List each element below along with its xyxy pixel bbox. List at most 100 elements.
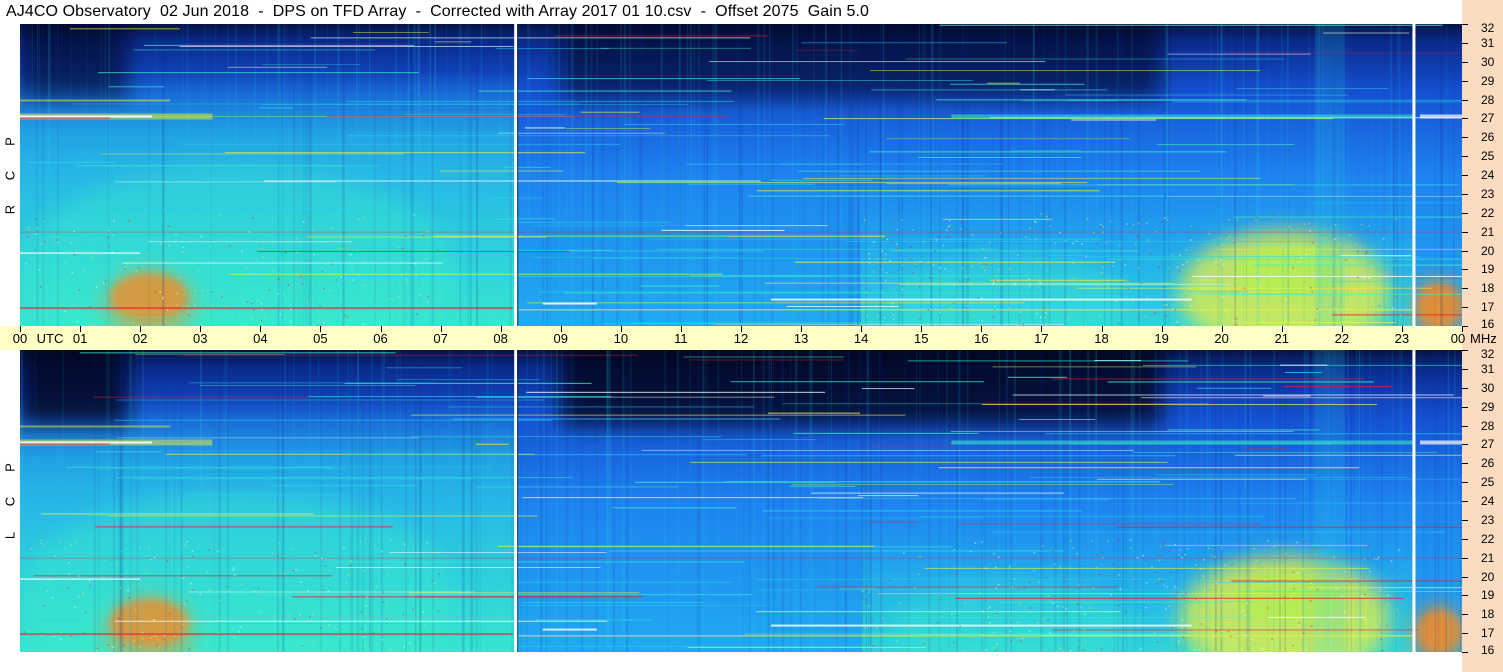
speckle	[1350, 578, 1352, 581]
speckle	[1219, 237, 1222, 239]
speckle	[1231, 274, 1233, 277]
vertical-streak	[342, 24, 345, 326]
utc-tick-label: 03	[193, 331, 208, 346]
mhz-tick-mark	[1462, 387, 1468, 389]
vertical-streak	[281, 24, 284, 326]
speckle	[989, 241, 991, 244]
speckle	[911, 272, 914, 274]
speckle	[1303, 223, 1305, 225]
interference-line	[762, 510, 1082, 512]
speckle	[1124, 263, 1126, 266]
vertical-streak	[1440, 24, 1443, 326]
vertical-streak	[227, 350, 230, 652]
speckle	[1028, 282, 1031, 285]
speckle	[232, 569, 235, 571]
vertical-streak	[1283, 24, 1284, 326]
vertical-streak	[1267, 24, 1269, 326]
vertical-streak	[558, 24, 561, 326]
speckle	[330, 263, 333, 265]
vertical-streak	[625, 24, 627, 326]
speckle	[1266, 607, 1269, 609]
vertical-streak	[601, 24, 604, 326]
speckle	[1083, 628, 1086, 631]
interference-line	[1065, 94, 1348, 96]
speckle	[349, 573, 352, 575]
speckle	[868, 257, 871, 260]
speckle	[1318, 631, 1320, 633]
speckle	[1029, 607, 1032, 609]
interference-line	[554, 35, 769, 37]
polarization-letter: C	[2, 170, 18, 181]
speckle	[59, 638, 62, 640]
speckle	[1022, 323, 1025, 326]
vertical-streak	[596, 24, 598, 326]
mhz-tick-mark	[1462, 175, 1468, 176]
band-27mhz	[20, 443, 111, 445]
speckle	[357, 273, 360, 276]
vertical-streak	[901, 24, 904, 326]
speckle	[252, 217, 254, 219]
vertical-streak	[571, 24, 574, 326]
speckle	[1373, 558, 1376, 560]
speckle	[389, 297, 391, 300]
speckle	[967, 278, 970, 281]
speckle	[102, 576, 105, 579]
vertical-streak	[509, 24, 512, 326]
interference-line	[592, 257, 1077, 259]
vertical-streak	[225, 350, 228, 652]
speckle	[1111, 265, 1114, 267]
speckle	[433, 551, 436, 554]
speckle	[208, 549, 210, 551]
speckle	[1398, 549, 1400, 551]
speckle	[182, 577, 184, 579]
speckle	[412, 214, 415, 216]
speckle	[301, 283, 303, 285]
vertical-streak	[716, 24, 718, 326]
vertical-streak	[904, 350, 906, 652]
speckle	[1046, 215, 1048, 218]
vertical-streak	[98, 350, 100, 652]
speckle	[1267, 253, 1270, 255]
vertical-streak	[762, 24, 764, 326]
speckle	[1190, 305, 1192, 307]
vertical-streak	[736, 350, 738, 652]
vertical-streak	[693, 24, 695, 326]
vertical-streak	[981, 350, 983, 652]
vertical-streak	[741, 350, 743, 652]
speckle	[1255, 219, 1257, 221]
vertical-streak	[566, 24, 568, 326]
mhz-tick-label: 24	[1481, 494, 1495, 508]
interference-line	[765, 282, 1175, 284]
speckle	[883, 647, 885, 649]
interference-line	[797, 170, 1201, 172]
vertical-streak	[595, 350, 598, 652]
vertical-streak	[545, 24, 549, 326]
speckle	[143, 615, 145, 617]
speckle	[1014, 283, 1016, 285]
mhz-tick-mark	[1462, 269, 1468, 271]
vertical-streak	[821, 24, 824, 326]
mhz-tick-mark	[1462, 463, 1468, 465]
speckle	[1363, 277, 1365, 279]
mhz-tick-mark	[1462, 614, 1468, 616]
speckle	[1034, 238, 1037, 241]
speckle	[981, 320, 983, 322]
speckle	[73, 253, 76, 256]
speckle	[1146, 222, 1148, 225]
vertical-streak	[845, 350, 847, 652]
interference-line	[326, 115, 728, 117]
mhz-tick-mark	[1462, 193, 1468, 195]
speckle	[1101, 557, 1104, 559]
vertical-streak	[790, 350, 792, 652]
vertical-streak	[470, 350, 473, 652]
speckle	[159, 291, 161, 293]
vertical-streak	[808, 350, 810, 652]
mhz-tick-mark	[1462, 501, 1468, 502]
speckle	[1224, 309, 1227, 312]
speckle	[1260, 639, 1263, 642]
vertical-streak	[1210, 24, 1211, 326]
vertical-streak	[429, 24, 431, 326]
mhz-tick-mark	[1462, 118, 1468, 120]
mhz-tick-mark	[1462, 633, 1468, 635]
speckle	[865, 598, 867, 601]
